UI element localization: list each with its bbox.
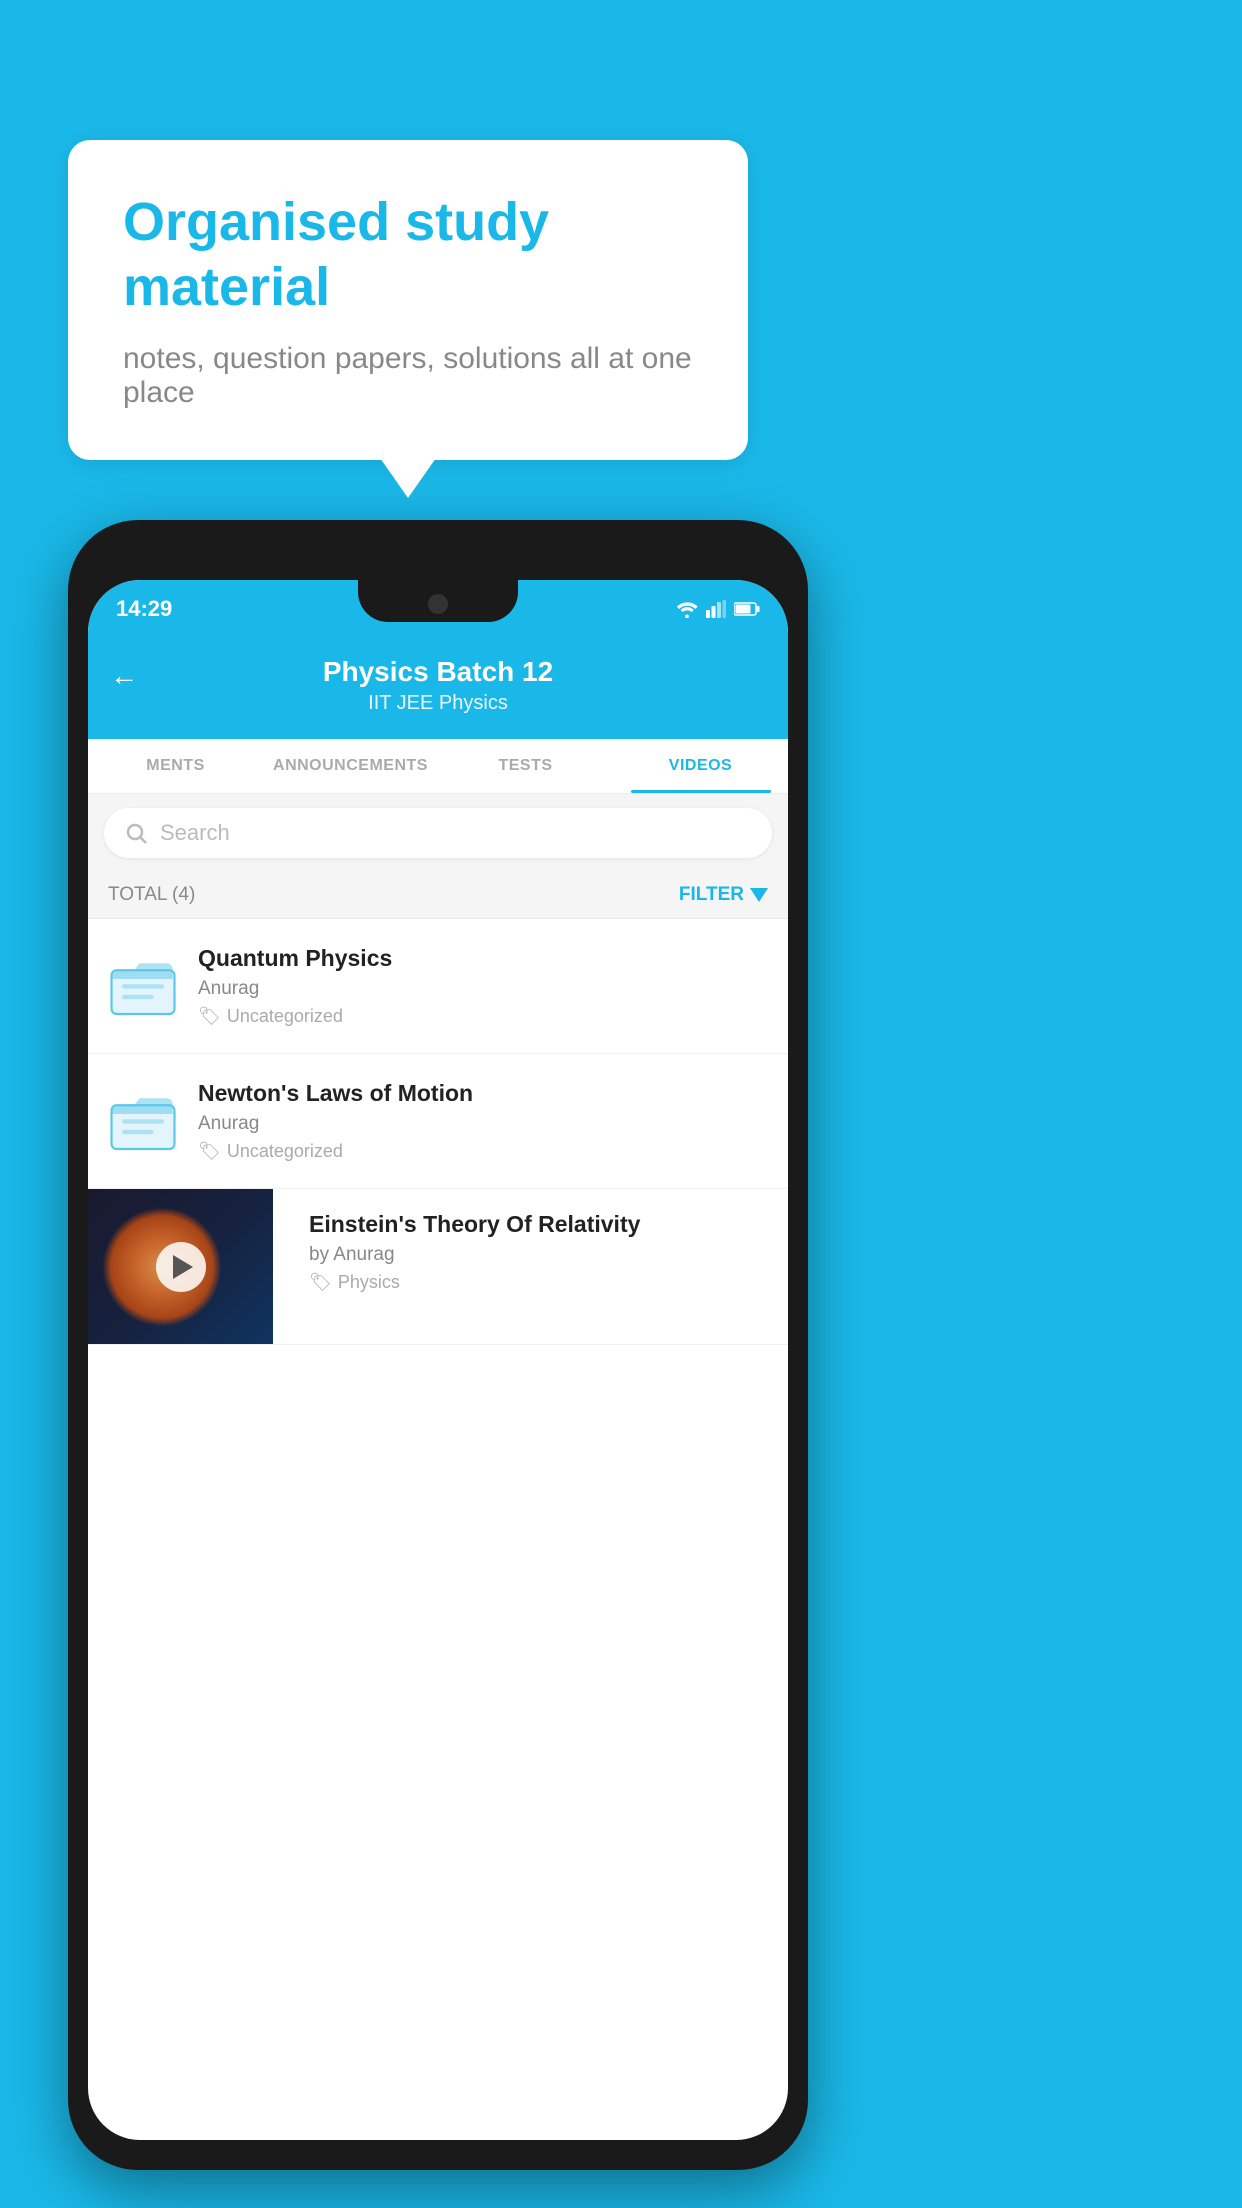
search-bar-container: Search <box>88 794 788 872</box>
signal-icon <box>706 600 726 618</box>
filter-icon <box>750 888 768 902</box>
video-thumbnail <box>88 1189 273 1344</box>
folder-icon <box>108 951 178 1021</box>
tab-bar: MENTS ANNOUNCEMENTS TESTS VIDEOS <box>88 739 788 794</box>
top-bar: ← Physics Batch 12 IIT JEE Physics <box>88 638 788 739</box>
video-title: Einstein's Theory Of Relativity <box>309 1211 772 1238</box>
search-bar[interactable]: Search <box>104 808 772 858</box>
video-info: Einstein's Theory Of Relativity by Anura… <box>293 1189 788 1344</box>
phone-screen: 14:29 <box>88 580 788 2140</box>
speech-bubble-title: Organised study material <box>123 190 693 320</box>
filter-button[interactable]: FILTER <box>679 884 768 906</box>
total-count: TOTAL (4) <box>108 884 195 906</box>
video-author: Anurag <box>198 978 768 1000</box>
status-time: 14:29 <box>116 596 172 622</box>
speech-bubble-container: Organised study material notes, question… <box>68 140 748 460</box>
play-button[interactable] <box>156 1242 206 1292</box>
phone-notch <box>358 580 518 622</box>
wifi-icon <box>676 600 698 618</box>
battery-icon <box>734 601 760 617</box>
back-button[interactable]: ← <box>110 660 138 692</box>
video-tag: 🏷 Uncategorized <box>198 1141 768 1162</box>
video-info: Quantum Physics Anurag 🏷 Uncategorized <box>198 945 768 1027</box>
video-tag: 🏷 Uncategorized <box>198 1006 768 1027</box>
video-list: Quantum Physics Anurag 🏷 Uncategorized <box>88 919 788 1345</box>
search-input[interactable]: Search <box>160 820 230 846</box>
status-icons <box>676 600 760 618</box>
speech-bubble-subtitle: notes, question papers, solutions all at… <box>123 342 693 410</box>
batch-subtitle: IIT JEE Physics <box>112 692 764 715</box>
play-icon <box>173 1255 193 1279</box>
phone-frame: 14:29 <box>68 520 808 2170</box>
phone-camera <box>428 594 448 614</box>
folder-icon <box>108 1086 178 1156</box>
tab-videos[interactable]: VIDEOS <box>613 739 788 793</box>
speech-bubble: Organised study material notes, question… <box>68 140 748 460</box>
tag-icon: 🏷 <box>198 1141 221 1162</box>
tag-icon: 🏷 <box>198 1006 221 1027</box>
tag-icon: 🏷 <box>309 1272 332 1293</box>
video-author: Anurag <box>198 1113 768 1135</box>
video-info: Newton's Laws of Motion Anurag 🏷 Uncateg… <box>198 1080 768 1162</box>
batch-title: Physics Batch 12 <box>112 656 764 688</box>
video-author: by Anurag <box>309 1244 772 1266</box>
list-item[interactable]: Quantum Physics Anurag 🏷 Uncategorized <box>88 919 788 1054</box>
video-title: Quantum Physics <box>198 945 768 972</box>
search-icon <box>124 821 148 845</box>
tab-tests[interactable]: TESTS <box>438 739 613 793</box>
video-tag: 🏷 Physics <box>309 1272 772 1293</box>
tab-announcements[interactable]: ANNOUNCEMENTS <box>263 739 438 793</box>
list-item[interactable]: Einstein's Theory Of Relativity by Anura… <box>88 1189 788 1345</box>
filter-bar: TOTAL (4) FILTER <box>88 872 788 919</box>
list-item[interactable]: Newton's Laws of Motion Anurag 🏷 Uncateg… <box>88 1054 788 1189</box>
tab-ments[interactable]: MENTS <box>88 739 263 793</box>
video-title: Newton's Laws of Motion <box>198 1080 768 1107</box>
